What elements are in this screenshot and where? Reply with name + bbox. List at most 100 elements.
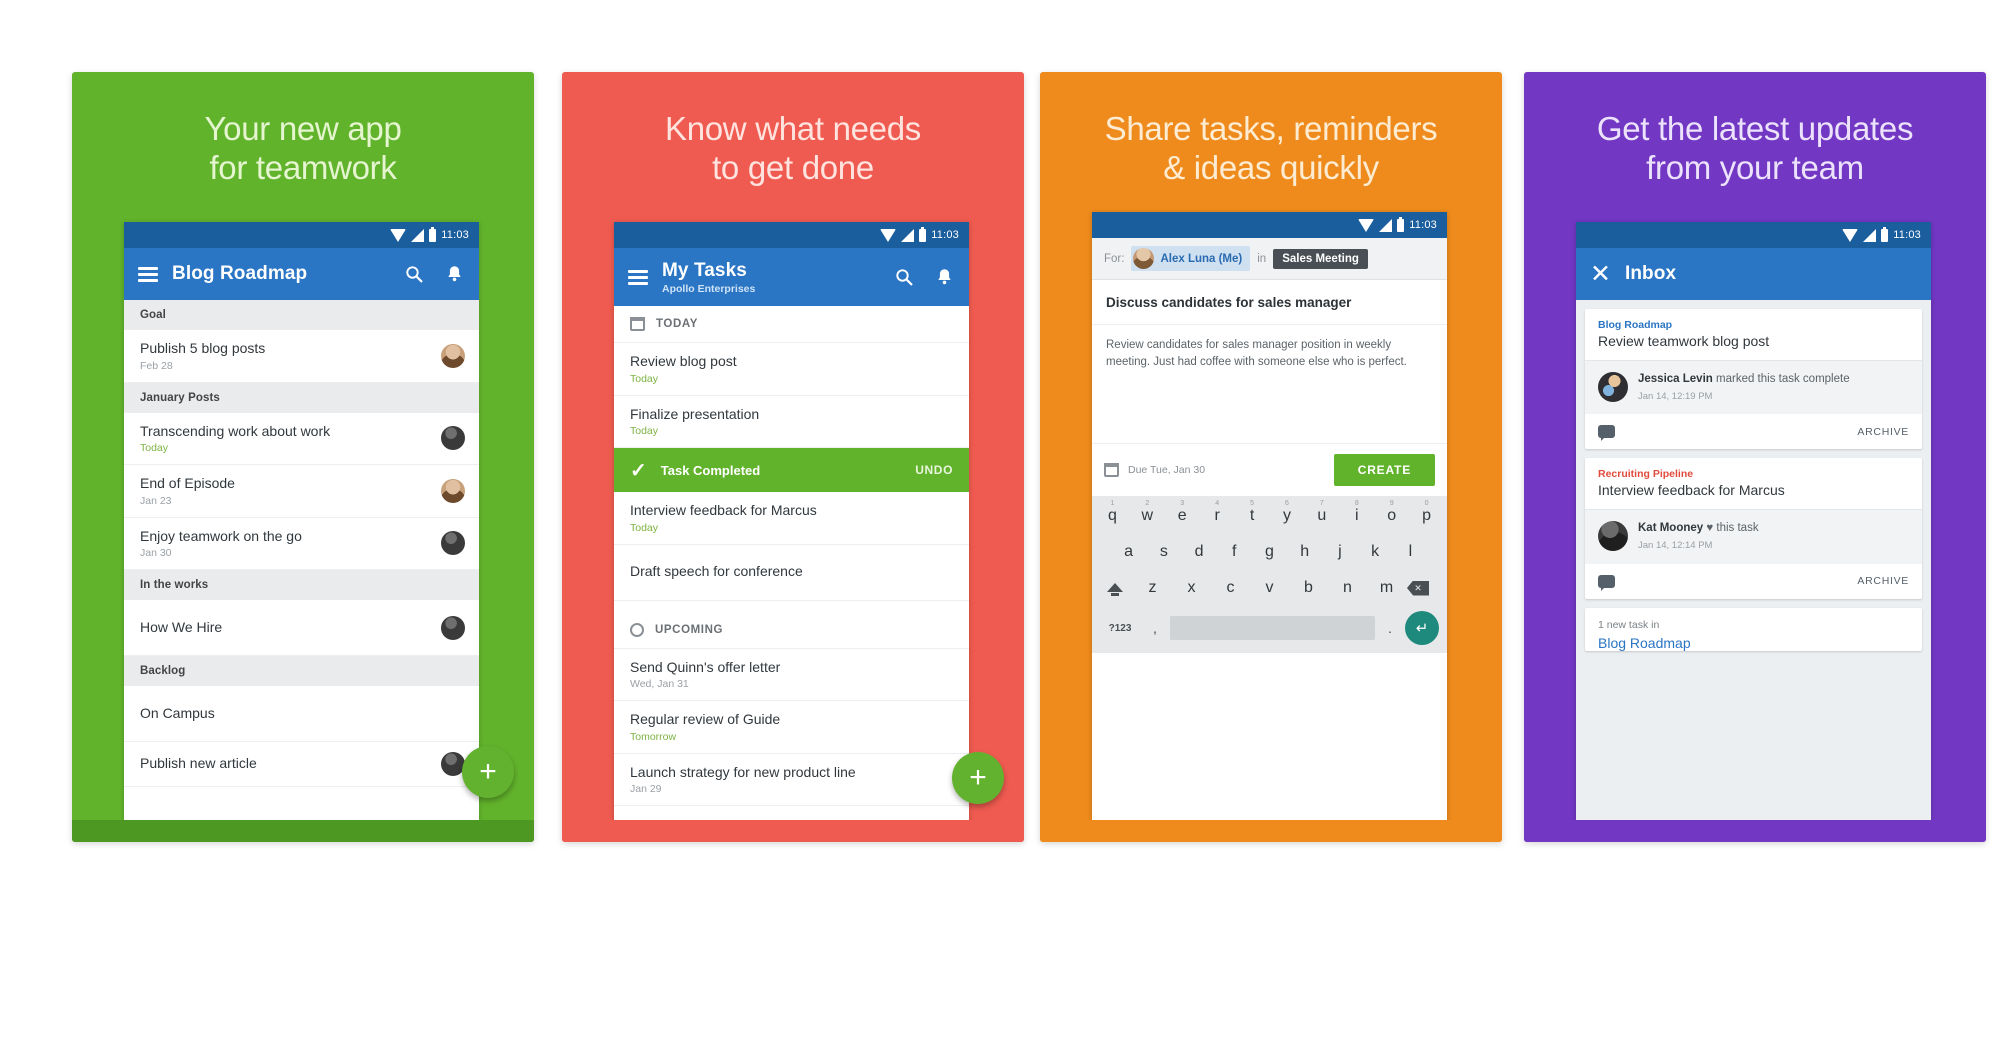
status-time: 11:03 (1893, 229, 1921, 241)
key-v[interactable]: v (1251, 572, 1288, 606)
headline-line-2: from your team (1646, 148, 1864, 186)
table-row[interactable]: Interview feedback for Marcus Today (614, 492, 969, 545)
key-l[interactable]: l (1394, 536, 1427, 570)
table-row[interactable]: On Campus (124, 686, 479, 742)
list-item[interactable]: 1 new task in Blog Roadmap (1585, 607, 1922, 651)
notifications-icon[interactable] (443, 263, 465, 285)
key-m[interactable]: m (1368, 572, 1405, 606)
table-row[interactable]: Draft speech for conference (614, 545, 969, 601)
undo-button[interactable]: UNDO (915, 463, 953, 477)
symbols-key[interactable]: ?123 (1100, 623, 1140, 634)
close-icon[interactable]: ✕ (1590, 261, 1611, 287)
key-z[interactable]: z (1134, 572, 1171, 606)
key-h[interactable]: h (1288, 536, 1321, 570)
key-u[interactable]: 7u (1305, 500, 1338, 534)
period-key[interactable]: . (1379, 620, 1401, 636)
backspace-icon[interactable]: ✕ (1407, 574, 1441, 605)
table-row[interactable]: Publish new article (124, 742, 479, 787)
create-button[interactable]: CREATE (1333, 454, 1435, 486)
table-row[interactable]: Finalize presentation Today (614, 396, 969, 448)
key-e[interactable]: 3e (1166, 500, 1199, 534)
table-row[interactable]: Launch strategy for new product line Jan… (614, 754, 969, 806)
key-s[interactable]: s (1147, 536, 1180, 570)
headline-line-2: for teamwork (209, 148, 397, 186)
space-key[interactable] (1170, 616, 1375, 640)
keyboard-row-1: 1q 2w 3e 4r 5t 6y 7u 8i 9o 0p (1096, 500, 1443, 534)
keyboard-row-3: z x c v b n m ✕ (1096, 572, 1443, 606)
task-name-input[interactable]: Discuss candidates for sales manager (1092, 280, 1447, 325)
key-r[interactable]: 4r (1201, 500, 1234, 534)
row-content: Review blog post Today (630, 353, 955, 385)
due-date-button[interactable]: Due Tue, Jan 30 (1104, 463, 1205, 477)
shift-icon[interactable] (1098, 572, 1132, 606)
table-row[interactable]: End of Episode Jan 23 (124, 465, 479, 518)
task-notes-area[interactable]: Review candidates for sales manager posi… (1092, 325, 1447, 443)
add-task-button[interactable]: + (462, 746, 514, 798)
search-icon[interactable] (893, 266, 915, 288)
key-w[interactable]: 2w (1131, 500, 1164, 534)
task-notes-input[interactable]: Review candidates for sales manager posi… (1092, 325, 1447, 372)
project-chip[interactable]: Sales Meeting (1273, 248, 1368, 269)
battery-icon (1881, 226, 1889, 242)
due-date-label: Due Tue, Jan 30 (1128, 464, 1206, 476)
card-project-label: Recruiting Pipeline (1598, 468, 1694, 481)
key-t[interactable]: 5t (1236, 500, 1269, 534)
key-q[interactable]: 1q (1096, 500, 1129, 534)
comment-icon[interactable] (1598, 574, 1615, 591)
circle-icon (630, 622, 644, 637)
row-title: End of Episode (140, 475, 235, 491)
key-j[interactable]: j (1323, 536, 1356, 570)
key-i[interactable]: 8i (1340, 500, 1373, 534)
row-content: On Campus (140, 705, 465, 723)
card-actions: ARCHIVE (1585, 414, 1922, 449)
notifications-icon[interactable] (933, 266, 955, 288)
avatar (441, 531, 465, 556)
menu-icon[interactable] (628, 269, 648, 285)
card-story: Jessica Levin marked this task complete … (1585, 360, 1922, 415)
comment-icon[interactable] (1598, 425, 1615, 442)
row-title: Publish new article (140, 755, 257, 772)
add-task-button[interactable]: + (952, 752, 1004, 804)
key-n[interactable]: n (1329, 572, 1366, 606)
card-project-label: Blog Roadmap (1598, 319, 1673, 331)
key-y[interactable]: 6y (1271, 500, 1304, 534)
key-d[interactable]: d (1182, 536, 1215, 570)
list-item[interactable]: Blog Roadmap Review teamwork blog post J… (1585, 309, 1922, 450)
table-row[interactable]: Send Quinn's offer letter Wed, Jan 31 (614, 649, 969, 701)
assignee-chip[interactable]: Alex Luna (Me) (1131, 246, 1251, 271)
panel-headline: Get the latest updates from your team (1524, 72, 1986, 188)
key-g[interactable]: g (1253, 536, 1286, 570)
row-content: Publish new article (140, 755, 433, 773)
table-row[interactable]: Transcending work about work Today (124, 413, 479, 465)
key-k[interactable]: k (1359, 536, 1392, 570)
archive-button[interactable]: ARCHIVE (1857, 426, 1909, 438)
key-f[interactable]: f (1218, 536, 1251, 570)
section-header-today: TODAY (614, 306, 969, 343)
promo-panel-inbox: Get the latest updates from your team 11… (1524, 72, 1986, 842)
key-p[interactable]: 0p (1410, 500, 1443, 534)
section-label: TODAY (656, 318, 698, 330)
table-row[interactable]: How We Hire (124, 600, 479, 656)
list-item[interactable]: Recruiting Pipeline Interview feedback f… (1585, 458, 1922, 599)
key-o[interactable]: 9o (1375, 500, 1408, 534)
avatar (1598, 372, 1628, 402)
panel-headline: Share tasks, reminders & ideas quickly (1040, 72, 1502, 188)
table-row[interactable]: Review blog post Today (614, 343, 969, 396)
enter-icon[interactable]: ↵ (1405, 611, 1439, 645)
key-x[interactable]: x (1173, 572, 1210, 606)
app-bar-titles: My Tasks Apollo Enterprises (662, 260, 879, 295)
card-actions: ARCHIVE (1585, 564, 1922, 599)
search-icon[interactable] (403, 263, 425, 285)
project-task-list: Goal Publish 5 blog posts Feb 28 January… (124, 300, 479, 787)
table-row[interactable]: Publish 5 blog posts Feb 28 (124, 330, 479, 383)
key-a[interactable]: a (1112, 536, 1145, 570)
comma-key[interactable]: , (1144, 620, 1166, 636)
key-c[interactable]: c (1212, 572, 1249, 606)
row-title: Draft speech for conference (630, 563, 803, 580)
menu-icon[interactable] (138, 266, 158, 282)
archive-button[interactable]: ARCHIVE (1857, 575, 1909, 587)
table-row[interactable]: Regular review of Guide Tomorrow (614, 701, 969, 754)
key-b[interactable]: b (1290, 572, 1327, 606)
table-row[interactable]: Enjoy teamwork on the go Jan 30 (124, 518, 479, 570)
on-screen-keyboard[interactable]: 1q 2w 3e 4r 5t 6y 7u 8i 9o 0p a s d f g … (1092, 496, 1447, 653)
